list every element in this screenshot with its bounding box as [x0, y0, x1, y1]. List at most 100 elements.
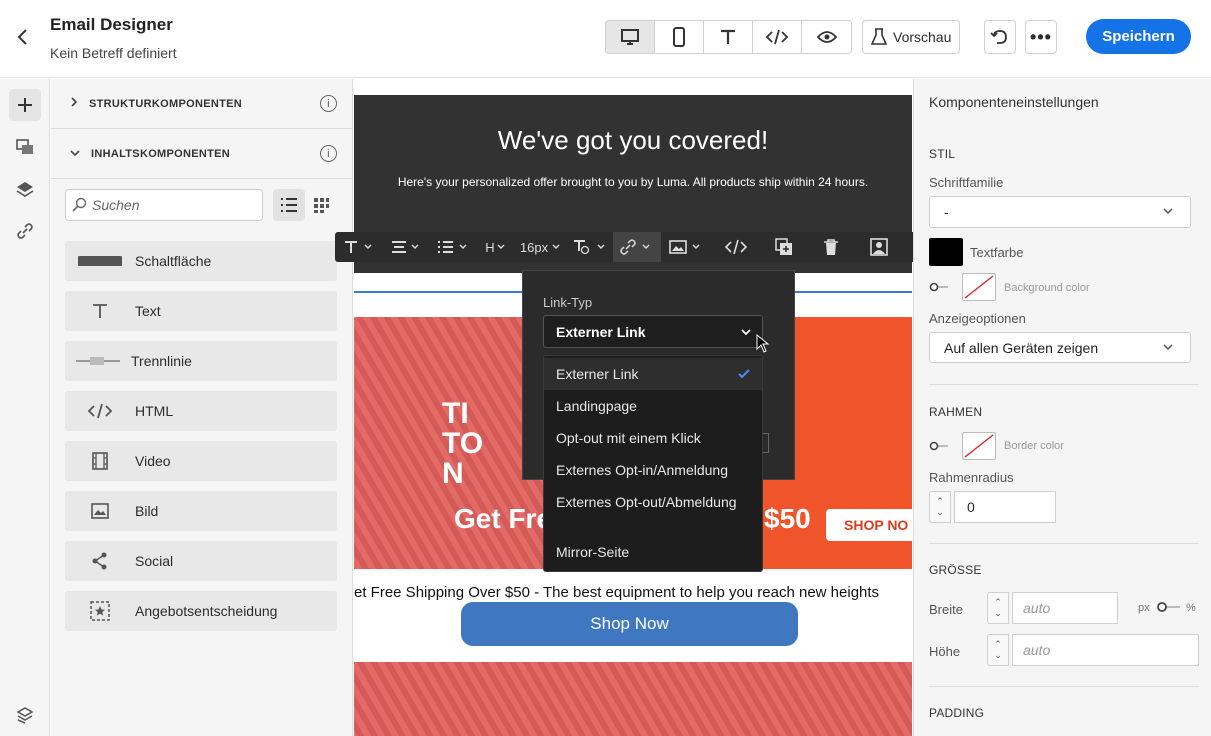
font-size-button[interactable]: 16px: [515, 232, 567, 262]
background-color-swatch[interactable]: [962, 273, 996, 301]
width-input[interactable]: auto: [1012, 592, 1118, 624]
code-icon: [766, 29, 788, 45]
left-rail: [0, 79, 50, 736]
chevron-down-icon: [741, 328, 751, 335]
desktop-view-button[interactable]: [606, 21, 655, 53]
no-color-icon: [964, 275, 994, 299]
component-video[interactable]: Video: [65, 441, 337, 481]
layers-icon: [16, 182, 34, 197]
hero-text[interactable]: Here's your personalized offer brought t…: [354, 175, 912, 189]
component-html[interactable]: HTML: [65, 391, 337, 431]
border-color-toggle[interactable]: [929, 441, 949, 451]
trash-icon: [824, 239, 838, 255]
source-code-button[interactable]: [711, 232, 761, 262]
code-view-button[interactable]: [753, 21, 802, 53]
checkmark-icon: [738, 369, 750, 379]
links-button[interactable]: [9, 215, 41, 247]
code-icon: [65, 402, 135, 420]
component-label: Trennlinie: [131, 353, 192, 369]
width-stepper[interactable]: ⌃ ⌄: [987, 592, 1009, 624]
link-button[interactable]: [613, 232, 661, 262]
component-label: Schaltfläche: [135, 253, 212, 269]
hero-title[interactable]: We've got you covered!: [354, 125, 912, 156]
info-icon[interactable]: i: [320, 95, 337, 112]
text-view-button[interactable]: [704, 21, 753, 53]
banner-shop-button: SHOP NO: [826, 509, 912, 541]
more-options-button[interactable]: •••: [1025, 20, 1057, 54]
back-button[interactable]: [14, 26, 32, 48]
preview-eye-button[interactable]: [802, 21, 851, 53]
align-button[interactable]: [383, 232, 429, 262]
unit-toggle[interactable]: [1156, 601, 1182, 613]
delete-button[interactable]: [807, 232, 855, 262]
button-icon: [65, 255, 135, 267]
text-color-button[interactable]: [567, 232, 613, 262]
height-stepper[interactable]: ⌃ ⌄: [987, 634, 1009, 666]
component-label: Angebotsentscheidung: [135, 603, 278, 619]
personalization-button[interactable]: [855, 232, 903, 262]
component-divider[interactable]: Trennlinie: [65, 341, 337, 381]
section-divider: [929, 543, 1199, 544]
second-banner-image[interactable]: [354, 662, 912, 736]
grid-view-toggle[interactable]: [305, 189, 337, 221]
option-label: Mirror-Seite: [556, 544, 630, 560]
desktop-icon: [621, 29, 639, 45]
text-style-button[interactable]: [335, 232, 383, 262]
flask-icon: [871, 28, 887, 45]
layers-button[interactable]: [9, 173, 41, 205]
search-input[interactable]: Suchen: [65, 189, 263, 221]
component-social[interactable]: Social: [65, 541, 337, 581]
more-icon: •••: [1030, 26, 1052, 47]
link-type-selected-value: Externer Link: [556, 323, 646, 340]
link-type-select[interactable]: Externer Link: [543, 315, 763, 348]
section-divider: [929, 384, 1199, 385]
text-color-icon: [574, 240, 605, 255]
link-type-option[interactable]: Opt-out mit einem Klick: [544, 422, 762, 454]
link-type-option[interactable]: Mirror-Seite: [544, 536, 762, 568]
undo-button[interactable]: [984, 20, 1016, 54]
settings-layers-button[interactable]: [9, 699, 41, 731]
heading-button[interactable]: H: [477, 232, 515, 262]
component-offer-decision[interactable]: Angebotsentscheidung: [65, 591, 337, 631]
shipping-text[interactable]: et Free Shipping Over $50 - The best equ…: [354, 584, 912, 601]
font-family-select[interactable]: -: [929, 196, 1191, 228]
link-type-option[interactable]: Externes Opt-in/Anmeldung: [544, 454, 762, 486]
border-radius-stepper[interactable]: ⌃ ⌄: [929, 491, 951, 523]
undo-icon: [990, 30, 1007, 44]
add-components-button[interactable]: [9, 89, 41, 121]
link-type-option[interactable]: Landingpage: [544, 390, 762, 422]
content-components-accordion[interactable]: INHALTSKOMPONENTEN i: [51, 129, 353, 179]
border-radius-input[interactable]: 0: [954, 491, 1056, 523]
component-text[interactable]: Text: [65, 291, 337, 331]
display-options-select[interactable]: Auf allen Geräten zeigen: [929, 332, 1191, 363]
save-button[interactable]: Speichern: [1086, 19, 1191, 54]
component-image[interactable]: Bild: [65, 491, 337, 531]
chevron-right-icon: [69, 96, 79, 111]
duplicate-button[interactable]: [761, 232, 807, 262]
shop-now-button[interactable]: Shop Now: [461, 602, 798, 646]
chevron-left-icon: [17, 29, 27, 45]
info-icon[interactable]: i: [320, 145, 337, 162]
section-divider: [929, 686, 1199, 687]
text-color-swatch[interactable]: [929, 238, 963, 266]
height-input[interactable]: auto: [1012, 634, 1199, 666]
unit-px-label: px: [1138, 602, 1150, 614]
banner-headline-right: $50: [764, 503, 811, 534]
assets-button[interactable]: [9, 131, 41, 163]
component-label: Bild: [135, 503, 159, 519]
link-type-option[interactable]: Externes Opt-out/Abmeldung: [544, 486, 762, 518]
border-section-title: RAHMEN: [929, 405, 983, 419]
app-header: Email Designer Kein Betreff definiert Vo…: [0, 0, 1211, 78]
structure-components-accordion[interactable]: STRUKTURKOMPONENTEN i: [51, 79, 353, 129]
border-color-swatch[interactable]: [962, 432, 996, 460]
no-color-icon: [964, 434, 994, 458]
preview-button[interactable]: Vorschau: [862, 20, 960, 54]
mobile-view-button[interactable]: [655, 21, 704, 53]
list-button[interactable]: [429, 232, 477, 262]
insert-image-button[interactable]: [661, 232, 711, 262]
component-button[interactable]: Schaltfläche: [65, 241, 337, 281]
background-color-toggle[interactable]: [929, 282, 949, 292]
link-type-option[interactable]: Externer Link: [544, 358, 762, 390]
list-view-toggle[interactable]: [273, 189, 305, 221]
structure-components-title: STRUKTURKOMPONENTEN: [89, 97, 242, 110]
